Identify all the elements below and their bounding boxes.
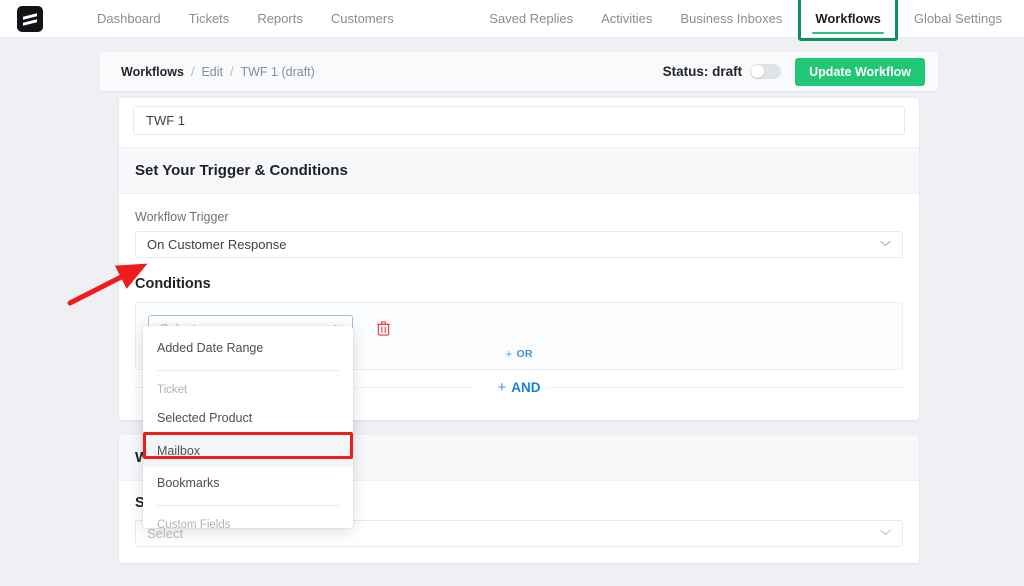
workflow-name-value: TWF 1 [146, 113, 185, 128]
nav-item-saved-replies[interactable]: Saved Replies [475, 0, 587, 38]
add-and-condition-button[interactable]: + AND [491, 378, 547, 396]
logo-stripe-top [23, 12, 37, 20]
nav-item-workflows[interactable]: Workflows [805, 6, 891, 32]
top-navigation-bar: Dashboard Tickets Reports Customers Save… [0, 0, 1024, 41]
workflow-name-input[interactable]: TWF 1 [133, 106, 905, 135]
dropdown-group-ticket: Ticket [157, 383, 188, 396]
breadcrumb-item-current: TWF 1 (draft) [240, 64, 315, 79]
or-label: OR [516, 348, 533, 360]
update-workflow-button[interactable]: Update Workflow [795, 57, 925, 86]
chevron-down-icon [880, 239, 891, 250]
dropdown-option-bookmarks[interactable]: Bookmarks [143, 467, 353, 500]
dropdown-option-mailbox[interactable]: Mailbox [143, 434, 353, 467]
dropdown-pointer [255, 326, 269, 327]
actions-select-placeholder: Select [147, 526, 184, 541]
plus-icon: + [497, 378, 507, 396]
workflow-trigger-label: Workflow Trigger [135, 210, 229, 224]
breadcrumb-bar: Workflows / Edit / TWF 1 (draft) Status:… [100, 52, 938, 91]
active-tab-underline [812, 32, 884, 34]
breadcrumb: Workflows / Edit / TWF 1 (draft) [121, 65, 315, 79]
nav-item-reports[interactable]: Reports [243, 0, 317, 38]
app-logo[interactable] [17, 5, 43, 32]
trash-icon[interactable] [377, 321, 390, 336]
dropdown-group-custom-fields: Custom Fields [157, 518, 231, 528]
workflows-highlight-box: Workflows [798, 0, 898, 41]
plus-icon: + [505, 347, 513, 361]
conditions-title: Conditions [135, 276, 211, 292]
condition-field-dropdown: Added Date Range Ticket Selected Product… [143, 326, 353, 528]
breadcrumb-separator: / [230, 64, 234, 79]
secondary-nav: Saved Replies Activities Business Inboxe… [475, 0, 1016, 41]
dropdown-separator [157, 369, 339, 371]
primary-nav: Dashboard Tickets Reports Customers [83, 0, 408, 38]
breadcrumb-item-edit[interactable]: Edit [201, 65, 223, 79]
status-label: Status: draft [662, 64, 743, 79]
dropdown-option-selected-product[interactable]: Selected Product [143, 402, 353, 435]
nav-item-dashboard[interactable]: Dashboard [83, 0, 175, 38]
nav-item-activities[interactable]: Activities [587, 0, 666, 38]
nav-item-tickets[interactable]: Tickets [175, 0, 244, 38]
dropdown-option-added-date-range[interactable]: Added Date Range [143, 332, 353, 365]
nav-item-global-settings[interactable]: Global Settings [900, 0, 1016, 38]
add-or-condition-button[interactable]: + OR [505, 347, 532, 361]
and-label: AND [511, 379, 541, 395]
status-area: Status: draft Update Workflow [662, 57, 925, 86]
trigger-section-title: Set Your Trigger & Conditions [119, 147, 919, 194]
dropdown-separator [157, 504, 339, 506]
nav-item-business-inboxes[interactable]: Business Inboxes [666, 0, 796, 38]
workflow-trigger-select[interactable]: On Customer Response [135, 231, 903, 258]
breadcrumb-separator: / [190, 64, 195, 79]
toggle-knob [751, 65, 765, 78]
workflow-trigger-value: On Customer Response [147, 237, 287, 252]
chevron-down-icon [880, 528, 891, 539]
nav-item-customers[interactable]: Customers [317, 0, 408, 38]
breadcrumb-item-workflows[interactable]: Workflows [121, 65, 184, 79]
logo-stripe-bottom [23, 18, 37, 26]
status-toggle[interactable] [750, 64, 782, 79]
